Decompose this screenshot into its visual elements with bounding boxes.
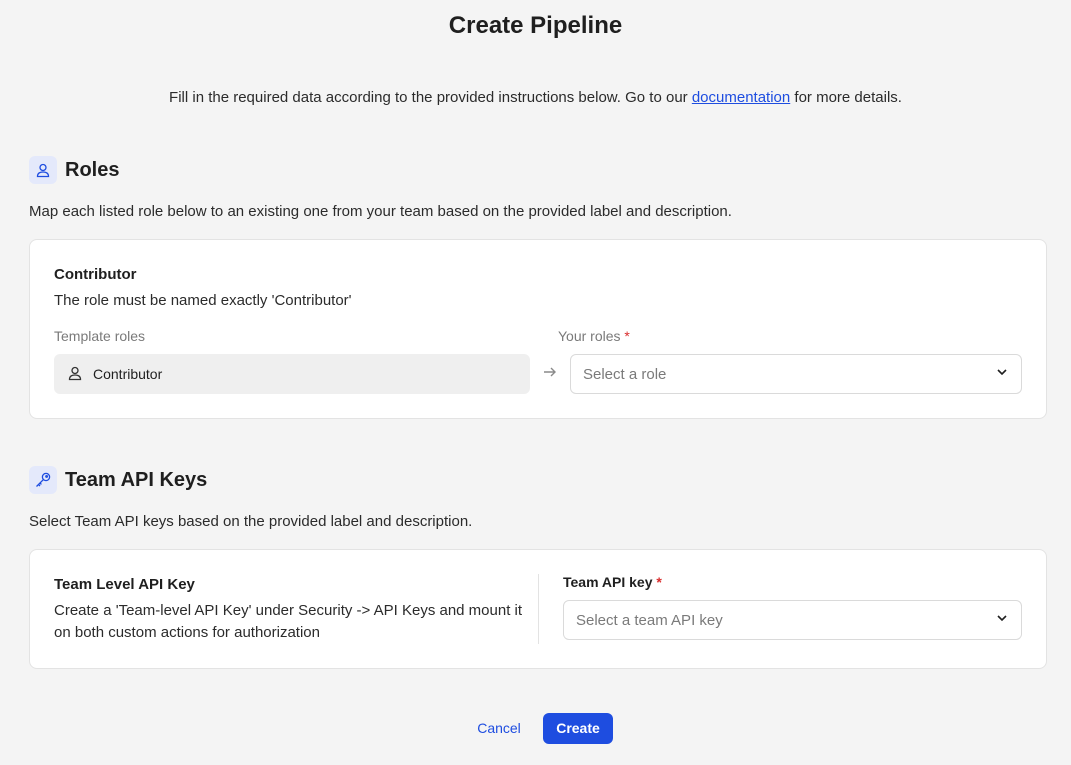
keys-heading: Team API Keys [65, 468, 208, 491]
intro-text: Fill in the required data according to t… [0, 89, 1071, 106]
card-divider [538, 574, 539, 644]
create-button[interactable]: Create [543, 713, 613, 744]
chevron-down-icon [995, 611, 1009, 629]
page-title: Create Pipeline [448, 12, 623, 39]
api-key-item-description: Create a 'Team-level API Key' under Secu… [54, 602, 523, 641]
key-icon [29, 466, 57, 494]
chevron-down-icon [995, 365, 1009, 383]
required-marker: * [656, 574, 662, 590]
role-item-title: Contributor [54, 266, 137, 283]
roles-description: Map each listed role below to an existin… [29, 203, 732, 220]
intro-text-before: Fill in the required data according to t… [169, 89, 692, 106]
template-roles-label: Template roles [54, 328, 146, 344]
team-api-key-label-text: Team API key [563, 574, 653, 590]
user-icon [29, 156, 57, 184]
intro-text-after: for more details. [790, 89, 902, 106]
api-key-item-title: Team Level API Key [54, 576, 195, 593]
team-api-key-select[interactable]: Select a team API key [563, 600, 1022, 640]
api-key-card: Team Level API Key Create a 'Team-level … [29, 549, 1047, 669]
roles-section-header: Roles [29, 156, 119, 184]
cancel-button[interactable]: Cancel [468, 713, 530, 743]
your-roles-label: Your roles * [558, 328, 630, 344]
template-role-value: Contributor [93, 366, 163, 382]
team-api-key-placeholder: Select a team API key [576, 611, 723, 629]
keys-description: Select Team API keys based on the provid… [29, 513, 473, 530]
your-roles-label-text: Your roles [558, 328, 621, 344]
required-marker: * [624, 328, 630, 344]
team-api-key-label: Team API key * [563, 574, 662, 590]
roles-heading: Roles [65, 158, 120, 181]
role-card: Contributor The role must be named exact… [29, 239, 1047, 419]
arrow-right-icon [542, 364, 558, 385]
your-role-select[interactable]: Select a role [570, 354, 1022, 394]
documentation-link[interactable]: documentation [692, 89, 790, 106]
your-role-placeholder: Select a role [583, 365, 667, 383]
role-item-description: The role must be named exactly 'Contribu… [54, 292, 352, 309]
keys-section-header: Team API Keys [29, 466, 207, 494]
template-role-box: Contributor [54, 354, 530, 394]
user-icon [67, 365, 83, 384]
